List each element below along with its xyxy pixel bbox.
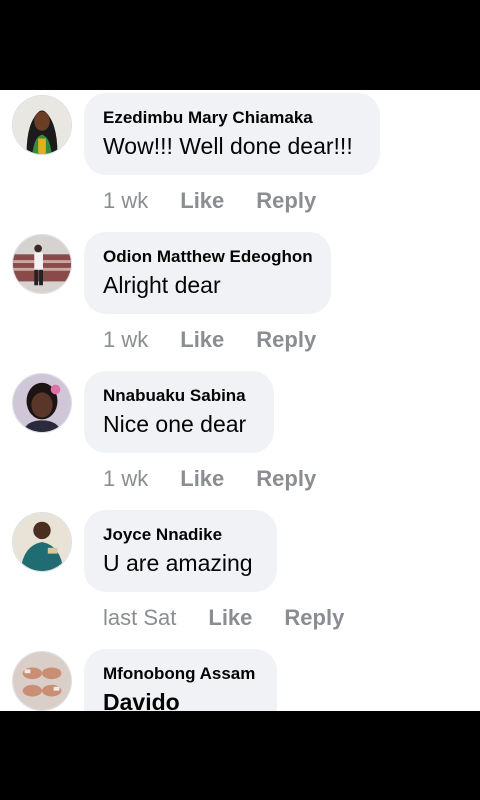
comment-time[interactable]: 1 wk <box>103 465 148 493</box>
comment-actions: last Sat Like Reply <box>103 604 344 632</box>
avatar[interactable] <box>12 95 72 155</box>
comment-item: Mfonobong Assam Davido <box>0 649 480 711</box>
comment-time[interactable]: 1 wk <box>103 326 148 354</box>
avatar[interactable] <box>12 234 72 294</box>
reply-button[interactable]: Reply <box>284 604 344 632</box>
comment-text: U are amazing <box>103 550 253 576</box>
comment-item: Odion Matthew Edeoghon Alright dear 1 wk… <box>0 232 480 371</box>
comment-item: Nnabuaku Sabina Nice one dear 1 wk Like Re… <box>0 371 480 510</box>
comment-item: Ezedimbu Mary Chiamaka Wow!!! Well done … <box>0 93 480 232</box>
like-button[interactable]: Like <box>180 326 224 354</box>
comment-time[interactable]: last Sat <box>103 604 176 632</box>
comment-actions: 1 wk Like Reply <box>103 187 316 215</box>
commenter-name[interactable]: Joyce Nnadike <box>103 524 257 546</box>
like-button[interactable]: Like <box>180 187 224 215</box>
reply-button[interactable]: Reply <box>256 465 316 493</box>
commenter-name[interactable]: Nnabuaku Sabina <box>103 385 254 407</box>
comment-bubble: Nnabuaku Sabina Nice one dear <box>84 371 274 453</box>
avatar[interactable] <box>12 512 72 572</box>
commenter-name[interactable]: Ezedimbu Mary Chiamaka <box>103 107 360 129</box>
comment-actions: 1 wk Like Reply <box>103 326 316 354</box>
like-button[interactable]: Like <box>208 604 252 632</box>
comment-bubble: Odion Matthew Edeoghon Alright dear <box>84 232 331 314</box>
bottom-nav-bar <box>0 711 480 800</box>
comment-bubble: Joyce Nnadike U are amazing <box>84 510 277 592</box>
top-status-bar <box>0 0 480 90</box>
reply-button[interactable]: Reply <box>256 187 316 215</box>
comment-text: Alright dear <box>103 272 221 298</box>
avatar[interactable] <box>12 651 72 711</box>
like-button[interactable]: Like <box>180 465 224 493</box>
avatar[interactable] <box>12 373 72 433</box>
comment-item: Joyce Nnadike U are amazing last Sat Like… <box>0 510 480 649</box>
comment-bubble: Mfonobong Assam Davido <box>84 649 277 711</box>
comment-text: Nice one dear <box>103 411 247 437</box>
commenter-name[interactable]: Odion Matthew Edeoghon <box>103 246 313 268</box>
comment-time[interactable]: 1 wk <box>103 187 148 215</box>
comments-list[interactable]: Ezedimbu Mary Chiamaka Wow!!! Well done … <box>0 90 480 711</box>
comment-bubble: Ezedimbu Mary Chiamaka Wow!!! Well done … <box>84 93 380 175</box>
comment-actions: 1 wk Like Reply <box>103 465 316 493</box>
comment-text: Davido <box>103 689 180 711</box>
commenter-name[interactable]: Mfonobong Assam <box>103 663 257 685</box>
reply-button[interactable]: Reply <box>256 326 316 354</box>
comment-text: Wow!!! Well done dear!!! <box>103 133 353 159</box>
